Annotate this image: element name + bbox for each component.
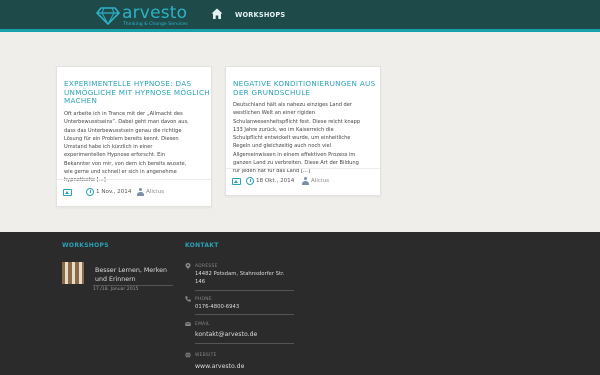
excerpt-line: Deutschland hält als nahezu einziges Lan…: [233, 102, 353, 108]
site-footer: WORKSHOPS Besser Lernen, Merken und Erin…: [0, 232, 600, 375]
excerpt-line: experimentellen Hypnose erforscht. Ein: [64, 152, 166, 159]
post-meta: 1 Nov., 2014 Alicius: [57, 179, 211, 206]
excerpt-line: westlichen Welt an einer rigiden: [233, 110, 316, 117]
post-date[interactable]: 18 Okt., 2014: [256, 178, 294, 184]
excerpt-line: Allgemeinwissen in einem effektiven Proz…: [233, 151, 356, 158]
website-value[interactable]: www.arvesto.de: [195, 363, 244, 371]
map-pin-icon: [185, 263, 191, 269]
divider: [93, 285, 173, 286]
footer-workshops-title: WORKSHOPS: [62, 242, 109, 249]
post-card: NEGATIVE KONDITIONIERUNGEN AUS DER GRUND…: [225, 66, 381, 196]
post-author[interactable]: Alicius: [146, 189, 164, 195]
logo-tagline: Thinking & Change Services: [123, 22, 188, 27]
clock-icon: [86, 188, 94, 196]
globe-icon: [185, 352, 191, 358]
excerpt-line: Regeln und gleichzeitig auch noch viel: [233, 143, 332, 150]
image-format-icon[interactable]: [63, 189, 72, 196]
post-excerpt: Oft arbeite ich in Trance mit der „Allma…: [64, 110, 189, 185]
excerpt-line: Schulanwesenheitspflicht fest. Diese rei…: [233, 118, 361, 125]
site-header: arvesto Thinking & Change Services WORKS…: [0, 0, 600, 32]
site-logo[interactable]: arvesto Thinking & Change Services: [96, 3, 216, 29]
excerpt-line: Schulpflicht entwickelt wurde, um einhei…: [233, 135, 351, 142]
logo-text: arvesto: [122, 3, 188, 23]
divider: [195, 343, 294, 344]
image-format-icon[interactable]: [232, 178, 241, 185]
excerpt-line: wie gerne und schnell er sich in angeneh…: [64, 169, 177, 176]
footer-kontakt-title: KONTAKT: [185, 242, 219, 249]
envelope-icon: [185, 321, 191, 326]
excerpt-line: Lösung für ein Problem bereits kennt. Di…: [64, 135, 179, 142]
post-title[interactable]: EXPERIMENTELLE HYPNOSE: DAS UNMÖGLICHE M…: [64, 79, 216, 106]
nav-item-workshops[interactable]: WORKSHOPS: [235, 11, 285, 19]
workshop-date: 17./18. Januar 2015: [93, 287, 139, 292]
phone-icon: [185, 296, 191, 302]
diamond-logo-icon: [96, 7, 120, 25]
home-icon[interactable]: [211, 8, 223, 20]
phone-label: PHONE: [195, 297, 212, 302]
address-value: 14482 Potsdam, Stahnsdorfer Str. 146: [195, 270, 285, 286]
post-card: EXPERIMENTELLE HYPNOSE: DAS UNMÖGLICHE M…: [56, 66, 212, 207]
user-icon: [137, 188, 144, 196]
excerpt-line: ganzen Land zu verbreiten. Diese Art der…: [233, 160, 359, 167]
divider: [195, 290, 294, 291]
workshop-title[interactable]: Besser Lernen, Merken und Erinnern: [95, 266, 175, 284]
post-excerpt: Deutschland hält als nahezu einziges Lan…: [233, 101, 360, 176]
excerpt-line: 133 Jahre zurück, wo im Kaiserreich die: [233, 126, 334, 133]
clock-icon: [246, 177, 254, 185]
divider: [195, 314, 294, 315]
address-label: ADRESSE: [195, 264, 218, 269]
post-meta: 18 Okt., 2014 Alicius: [226, 168, 380, 195]
excerpt-line: Unterbewusstseins“. Dabei geht man davon…: [64, 119, 189, 126]
phone-value[interactable]: 0176-4800-6943: [195, 303, 239, 311]
address-line: 14482 Potsdam, Stahnsdorfer Str.: [195, 271, 285, 277]
excerpt-line: dass das Unterbewusstsein genau die rich…: [64, 127, 182, 134]
email-value[interactable]: kontakt@arvesto.de: [195, 331, 257, 339]
post-title[interactable]: NEGATIVE KONDITIONIERUNGEN AUS DER GRUND…: [233, 79, 385, 97]
user-icon: [302, 177, 309, 185]
workshop-thumbnail[interactable]: [62, 262, 84, 284]
address-line: 146: [195, 279, 206, 285]
excerpt-line: Umstand habe ich kürzlich in einer: [64, 144, 153, 151]
website-label: WEBSITE: [195, 353, 217, 358]
post-date[interactable]: 1 Nov., 2014: [96, 189, 131, 195]
email-label: EMAIL: [195, 322, 210, 327]
excerpt-line: Oft arbeite ich in Trance mit der „Allma…: [64, 111, 183, 117]
post-author[interactable]: Alicius: [311, 178, 329, 184]
excerpt-line: Bekannter von mir, von dem ich bereits w…: [64, 160, 187, 167]
